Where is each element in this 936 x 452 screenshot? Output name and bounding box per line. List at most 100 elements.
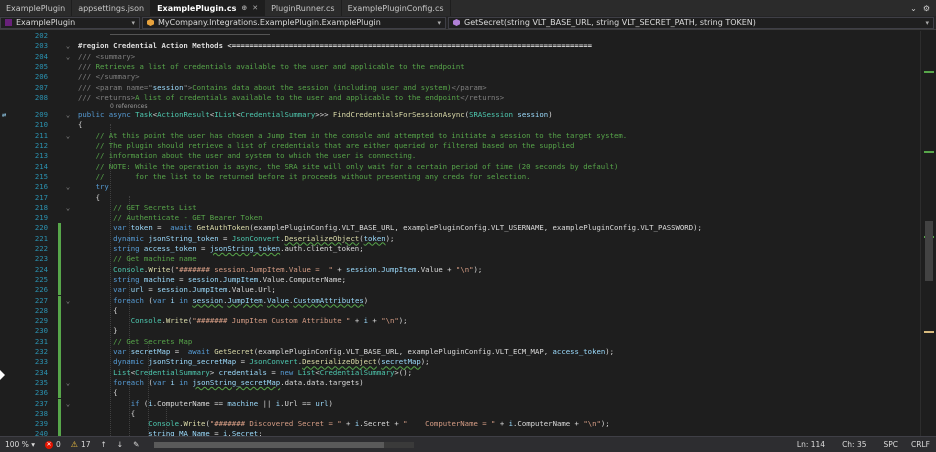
code-text[interactable]: // information about the user and system… [78, 151, 417, 161]
tab-example-plugin-cs[interactable]: ExamplePlugin.cs ⊕ ✕ [151, 0, 266, 16]
whitespace-mode[interactable]: SPC [879, 440, 907, 449]
code-line[interactable]: 203 ⌄ #region Credential Action Methods <=… [0, 41, 920, 51]
code-text[interactable]: #region Credential Action Methods <=====… [78, 41, 592, 51]
code-text[interactable]: { [78, 120, 82, 130]
code-text[interactable]: // Get machine name [78, 254, 196, 264]
code-text[interactable]: List<CredentialSummary> credentials = ne… [78, 368, 412, 378]
code-line[interactable]: 219 // Authenticate - GET Bearer Token [0, 213, 920, 223]
code-text[interactable]: public async Task<ActionResult<IList<Cre… [78, 110, 553, 120]
tab-appsettings-json[interactable]: appsettings.json [72, 0, 152, 16]
gear-icon[interactable]: ⚙ [923, 4, 930, 13]
code-text[interactable]: /// <summary> [78, 52, 135, 62]
code-line[interactable]: 239 Console.Write("####### Discovered Se… [0, 419, 920, 430]
member-dropdown[interactable]: GetSecret(string VLT_BASE_URL, string VL… [448, 16, 934, 29]
code-text[interactable]: var secretMap = await GetSecret(exampleP… [78, 347, 614, 357]
fold-toggle-icon[interactable]: ⌄ [64, 110, 72, 120]
code-line[interactable]: 224 Console.Write("####### session.JumpI… [0, 264, 920, 275]
code-line[interactable]: 208 /// <returns>A list of credentials av… [0, 93, 920, 103]
code-line[interactable]: 227 ⌄ foreach (var i in session.JumpItem.… [0, 295, 920, 306]
code-line[interactable]: 235 ⌄ foreach (var i in jsonString_secret… [0, 377, 920, 389]
code-line[interactable]: 232 var secretMap = await GetSecret(exam… [0, 347, 920, 358]
code-line[interactable]: 221 dynamic jsonString_token = JsonConve… [0, 233, 920, 244]
code-text[interactable]: { [78, 388, 117, 398]
code-line[interactable]: 214 // NOTE: While the operation is asyn… [0, 162, 920, 172]
scroll-thumb[interactable] [925, 221, 933, 281]
code-line[interactable]: 215 // for the list to be returned befor… [0, 172, 920, 182]
project-dropdown[interactable]: ExamplePlugin ▾ [0, 16, 140, 29]
code-text[interactable]: var url = session.JumpItem.Value.Url; [78, 285, 276, 295]
code-text[interactable]: string access_token = jsonString_token.a… [78, 244, 363, 254]
code-text[interactable]: if (i.ComputerName == machine || i.Url =… [78, 399, 333, 409]
fold-toggle-icon[interactable]: ⌄ [64, 203, 72, 213]
code-line[interactable]: 216 ⌄ try [0, 182, 920, 192]
code-text[interactable]: /// </summary> [78, 72, 140, 82]
code-text[interactable]: dynamic jsonString_secretMap = JsonConve… [78, 357, 429, 367]
code-text[interactable]: foreach (var i in jsonString_secretMap.d… [78, 378, 364, 388]
fold-toggle-icon[interactable]: ⌄ [64, 399, 72, 409]
code-text[interactable]: Console.Write("####### JumpItem Custom A… [78, 316, 408, 326]
tab-example-plugin-config-cs[interactable]: ExamplePluginConfig.cs [342, 0, 451, 16]
code-text[interactable]: // GET Secrets List [78, 203, 196, 213]
code-text[interactable]: dynamic jsonString_token = JsonConvert.D… [78, 234, 394, 244]
code-line[interactable]: 205 /// Retrieves a list of credentials a… [0, 62, 920, 72]
codelens-glyph-icon[interactable]: ⇄ [2, 110, 6, 120]
code-line[interactable]: 222 string access_token = jsonString_tok… [0, 244, 920, 255]
code-line[interactable]: 202 [0, 31, 920, 41]
code-line[interactable]: 223 // Get machine name [0, 254, 920, 265]
code-line[interactable]: 237 ⌄ if (i.ComputerName == machine || i.… [0, 398, 920, 409]
codelens-references[interactable]: 0 references [110, 103, 148, 110]
cursor-line[interactable]: Ln: 114 [792, 440, 837, 449]
code-line[interactable]: 217 { [0, 193, 920, 203]
code-text[interactable]: // for the list to be returned before it… [78, 172, 531, 182]
fold-toggle-icon[interactable]: ⌄ [64, 378, 72, 388]
code-line[interactable]: 211 ⌄ // At this point the user has chose… [0, 131, 920, 141]
horizontal-scrollbar[interactable] [154, 441, 415, 448]
code-line[interactable]: 228 { [0, 305, 920, 317]
error-count[interactable]: ✕ 0 [40, 440, 66, 449]
line-ending-mode[interactable]: CRLF [906, 440, 936, 449]
fold-toggle-icon[interactable]: ⌄ [64, 131, 72, 141]
code-text[interactable]: { [78, 306, 117, 316]
code-text[interactable]: string MA_Name = i.Secret; [78, 429, 262, 436]
code-text[interactable]: { [78, 193, 100, 203]
close-icon[interactable]: ✕ [252, 4, 258, 12]
cursor-column[interactable]: Ch: 35 [837, 440, 878, 449]
fold-toggle-icon[interactable]: ⌄ [64, 182, 72, 192]
code-line[interactable]: 204 ⌄ /// <summary> [0, 52, 920, 62]
code-text[interactable]: Console.Write("####### session.JumpItem.… [78, 265, 482, 275]
fold-toggle-icon[interactable]: ⌄ [64, 296, 72, 306]
code-text[interactable]: /// <returns>A list of credentials avail… [78, 93, 504, 103]
code-line[interactable]: 210 { [0, 120, 920, 130]
horizontal-scroll-thumb[interactable] [154, 441, 385, 448]
tab-plugin-runner-cs[interactable]: PluginRunner.cs [265, 0, 342, 16]
code-text[interactable]: var token = await GetAuthToken(examplePl… [78, 223, 702, 233]
brush-icon[interactable]: ✎ [128, 440, 144, 449]
code-line[interactable]: 225 string machine = session.JumpItem.Va… [0, 274, 920, 286]
code-text[interactable]: /// Retrieves a list of credentials avai… [78, 62, 465, 72]
class-dropdown[interactable]: MyCompany.Integrations.ExamplePlugin.Exa… [142, 16, 446, 29]
code-text[interactable]: // Get Secrets Map [78, 337, 192, 347]
code-text[interactable]: } [78, 326, 117, 336]
fold-toggle-icon[interactable]: ⌄ [64, 52, 72, 62]
code-text[interactable]: foreach (var i in session.JumpItem.Value… [78, 296, 368, 306]
code-editor[interactable]: 202 203 ⌄ #region Credential Action Methods… [0, 31, 936, 436]
code-line[interactable]: 231 // Get Secrets Map [0, 336, 920, 347]
code-line[interactable]: 206 /// </summary> [0, 72, 920, 82]
code-text[interactable]: // The plugin should retrieve a list of … [78, 141, 575, 151]
code-text[interactable]: { [78, 409, 135, 419]
code-line[interactable]: 213 // information about the user and sy… [0, 151, 920, 161]
code-text[interactable]: // At this point the user has chosen a J… [78, 131, 628, 141]
code-line[interactable]: 220 var token = await GetAuthToken(examp… [0, 223, 920, 234]
vertical-scrollbar[interactable] [920, 31, 936, 436]
code-line[interactable]: 236 { [0, 388, 920, 399]
code-line[interactable]: 212 // The plugin should retrieve a list… [0, 141, 920, 151]
pin-icon[interactable]: ⊕ [241, 4, 247, 12]
code-line[interactable]: ⇄ 209 ⌄ public async Task<ActionResult<ILis… [0, 110, 920, 120]
chevron-down-icon[interactable]: ⌄ [910, 4, 917, 13]
code-line[interactable]: 233 dynamic jsonString_secretMap = JsonC… [0, 357, 920, 368]
nav-forward-button[interactable]: ↓ [112, 440, 128, 449]
tab-example-plugin-project[interactable]: ExamplePlugin [0, 0, 73, 16]
fold-toggle-icon[interactable]: ⌄ [64, 41, 72, 51]
code-text[interactable]: try [78, 182, 109, 192]
code-line[interactable]: 240 string MA_Name = i.Secret; [0, 429, 920, 436]
